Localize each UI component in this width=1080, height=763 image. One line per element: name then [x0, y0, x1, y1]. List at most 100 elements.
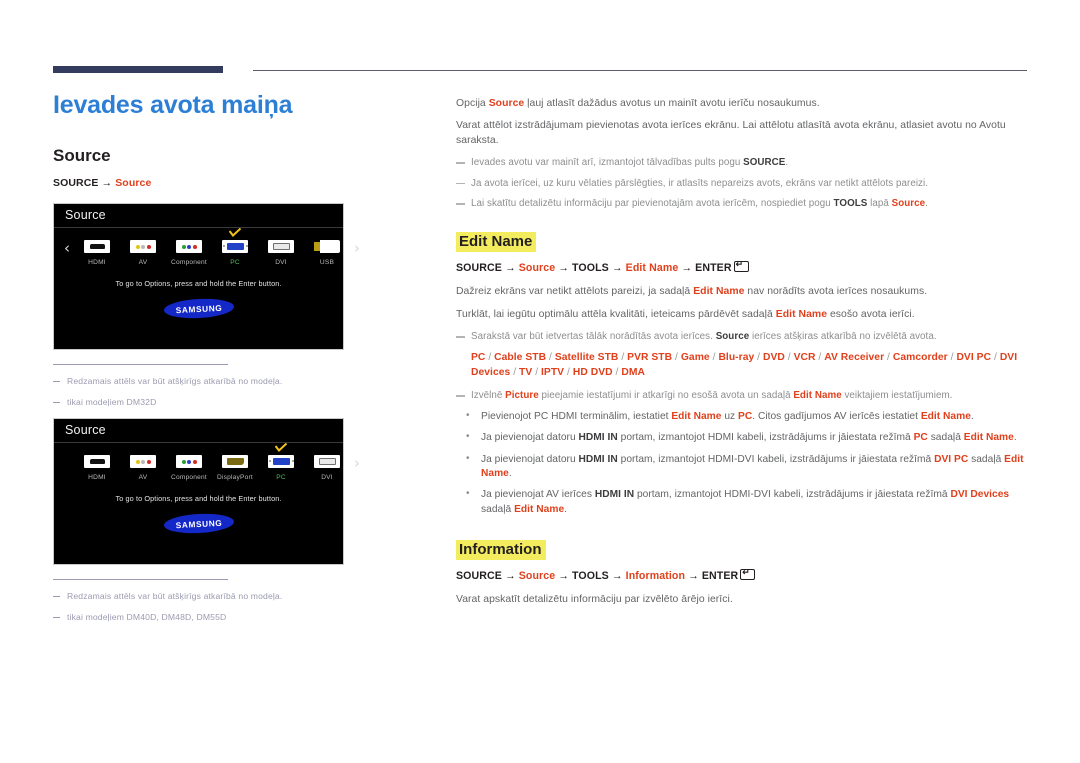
source-item-label: HDMI [88, 473, 106, 481]
edit-name-note-picture: Izvēlnē Picture pieejamie iestatījumi ir… [456, 389, 1032, 403]
dvi-port-icon [258, 237, 304, 257]
source-item-hdmi[interactable]: HDMI [74, 452, 120, 481]
device-type: Game [680, 351, 710, 363]
term-source: Source [715, 330, 750, 342]
source-panel-hint: To go to Options, press and hold the Ent… [115, 493, 282, 503]
source-item-dvi[interactable]: DVI [258, 237, 304, 266]
device-type: VCR [793, 351, 816, 363]
menu-path-edit-name: SOURCE → Source → TOOLS → Edit Name → EN… [456, 259, 1032, 275]
note-text-c: . [785, 157, 789, 169]
list-separator: / [672, 351, 681, 363]
intro-text-b: ļauj atlasīt dažādus avotus un mainīt av… [524, 98, 820, 109]
footnotes-dm40d: Redzamais attēls var būt atšķirīgs atkar… [53, 578, 425, 622]
hdmi-port-icon [74, 237, 120, 257]
source-panel-title: Source [65, 423, 106, 437]
source-item-label: PC [230, 258, 240, 266]
term-pc: PC [913, 432, 928, 444]
note-text-c: lapā [867, 198, 892, 210]
menu-path-information: SOURCE → Source → TOOLS → Information → … [456, 567, 1032, 582]
list-item: Ja pievienojat datoru HDMI IN portam, iz… [456, 430, 1032, 445]
selected-check-icon [229, 227, 241, 237]
source-item-av[interactable]: AV [120, 452, 166, 481]
source-item-displayport[interactable]: DisplayPort [212, 452, 258, 481]
prev-arrow-icon[interactable]: ‹ [60, 237, 74, 259]
path-step-source-menu: Source [518, 569, 556, 582]
source-panel-header: Source [54, 204, 343, 228]
term-source: Source [488, 98, 525, 109]
source-item-usb[interactable]: USB [304, 237, 350, 266]
term-edit-name: Edit Name [963, 432, 1014, 444]
av-rca-icon [120, 237, 166, 257]
next-arrow-icon[interactable]: › [350, 237, 364, 259]
source-item-component[interactable]: Component [166, 452, 212, 481]
source-item-label: AV [138, 258, 148, 266]
text-c: esošo avota ierīci. [827, 308, 915, 320]
source-item-label: HDMI [88, 258, 106, 266]
note-text-c: pieejamie iestatījumi ir atkarīgi no eso… [538, 390, 794, 402]
source-panel-header: Source [54, 419, 343, 443]
source-item-label: Component [171, 258, 207, 266]
device-type: Satellite STB [554, 351, 619, 363]
text-3: sadaļā [481, 503, 515, 515]
list-item: Ja pievienojat datoru HDMI IN portam, iz… [456, 452, 1032, 482]
intro-note-3: Lai skatītu detalizētu informāciju par p… [456, 197, 1032, 211]
text-3: sadaļā [927, 432, 964, 444]
list-separator: / [991, 351, 1000, 363]
path-step-source-menu: Source [518, 262, 556, 275]
footnote-line: Redzamais attēls var būt atšķirīgs atkar… [53, 591, 425, 601]
list-separator: / [485, 351, 495, 363]
source-item-component[interactable]: Component [166, 237, 212, 266]
list-separator: / [532, 366, 542, 378]
device-type: Cable STB [494, 351, 547, 363]
path-arrow-icon: → [101, 176, 113, 189]
term-hdmi-in: HDMI IN [594, 489, 635, 501]
information-body: Varat apskatīt detalizētu informāciju pa… [456, 593, 733, 605]
list-separator: / [784, 351, 794, 363]
list-separator: / [546, 351, 555, 363]
path-step-edit-name: Edit Name [625, 262, 679, 275]
text-a: Turklāt, lai iegūtu optimālu attēla kval… [456, 308, 776, 320]
term-source-button: SOURCE [743, 157, 786, 169]
term-edit-name: Edit Name [775, 308, 828, 320]
section-heading-edit-name: Edit Name [456, 232, 537, 253]
dsub-vga-icon [212, 237, 258, 257]
source-item-label: DVI [275, 258, 287, 266]
dvi-port-icon [304, 452, 350, 472]
note-text-a: Lai skatītu detalizētu informāciju par p… [471, 198, 834, 210]
av-rca-icon [120, 452, 166, 472]
list-separator: / [884, 351, 893, 363]
source-item-hdmi[interactable]: HDMI [74, 237, 120, 266]
path-step-source-menu: Source [115, 176, 152, 189]
section-title-source: Source [53, 145, 111, 165]
edit-name-note-device-list: Sarakstā var būt ietvertas tālāk norādīt… [456, 330, 1032, 344]
device-type: DVI PC [956, 351, 992, 363]
enter-key-icon [740, 567, 756, 580]
source-item-av[interactable]: AV [120, 237, 166, 266]
edit-name-paragraph-2: Turklāt, lai iegūtu optimālu attēla kval… [456, 308, 1032, 322]
text-2: portam, izmantojot HDMI kabeli, izstrādā… [617, 432, 914, 444]
text-3: . Citos gadījumos AV ierīcēs iestatiet [752, 411, 921, 423]
dsub-vga-icon [258, 452, 304, 472]
source-item-pc[interactable]: PC [258, 442, 304, 481]
source-item-pc[interactable]: PC [212, 227, 258, 266]
note-text-a: Sarakstā var būt ietvertas tālāk norādīt… [471, 330, 716, 342]
accent-rule-thick [53, 66, 223, 73]
list-separator: / [754, 351, 763, 363]
intro-paragraph-1: Opcija Source ļauj atlasīt dažādus avotu… [456, 97, 1032, 111]
source-panel-dm32d: Source ‹ HDMI AV Component PC DVI USB › … [53, 202, 360, 350]
next-arrow-icon[interactable]: › [350, 452, 364, 474]
footnote-divider [53, 363, 228, 365]
usb-stick-icon [304, 237, 350, 257]
source-item-dvi[interactable]: DVI [304, 452, 350, 481]
intro-note-2: Ja avota ierīcei, uz kuru vēlaties pārsl… [456, 177, 1032, 191]
text-4: . [1013, 432, 1017, 444]
term-tools: TOOLS [833, 198, 868, 210]
left-column: Ievades avota maiņa Source SOURCE → Sour… [53, 91, 425, 633]
path-arrow-icon: → [558, 569, 569, 582]
hdmi-port-icon [74, 452, 120, 472]
term-edit-name: Edit Name [671, 411, 722, 423]
term-edit-name: Edit Name [793, 390, 842, 402]
device-type: AV Receiver [824, 351, 885, 363]
list-separator: / [618, 351, 628, 363]
source-item-strip: HDMI AV Component DisplayPort PC DVI › [54, 442, 360, 481]
